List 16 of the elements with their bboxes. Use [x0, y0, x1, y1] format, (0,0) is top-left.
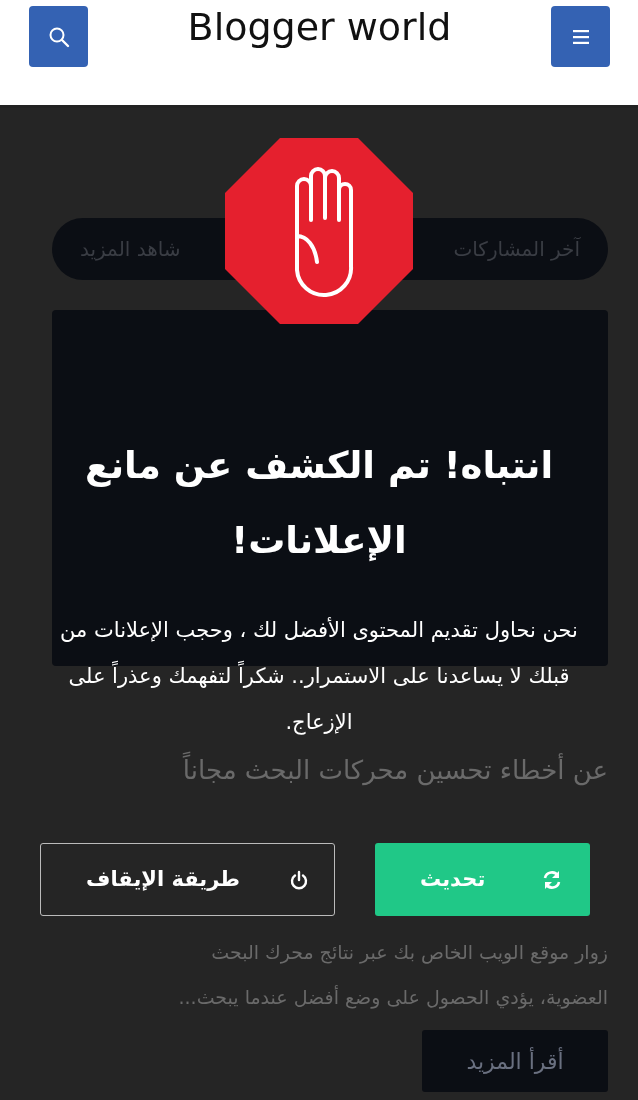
alert-title: انتباه! تم الكشف عن مانع الإعلانات! — [83, 443, 555, 564]
refresh-button[interactable]: تحديث — [375, 843, 590, 916]
menu-button[interactable] — [551, 6, 610, 67]
read-more-button[interactable]: أقرأ المزيد — [422, 1030, 608, 1092]
excerpt-line: العضوية، يؤدي الحصول على وضع أفضل عندما يبحث... — [177, 984, 608, 1011]
post-title-line[interactable]: عن أخطاء تحسين محركات البحث مجاناً — [52, 750, 608, 790]
excerpt-line: زوار موقع الويب الخاص بك عبر نتائج محرك البحث — [210, 940, 608, 966]
search-button[interactable] — [29, 6, 88, 67]
refresh-icon — [542, 869, 562, 890]
power-icon — [290, 869, 308, 890]
menu-icon — [572, 29, 589, 44]
alert-message: نحن نحاول تقديم المحتوى الأفضل لك ، وحجب الإعلانات من قبلك لا يساعدنا على الاستمرار.. شكراً لتفهمك وعذراً على الإزعاج. — [59, 616, 579, 737]
stop-hand-icon — [225, 138, 413, 324]
disable-guide-button[interactable]: طريقة الإيقاف — [40, 843, 335, 916]
site-title[interactable]: Blogger world — [187, 8, 452, 46]
search-icon — [47, 25, 70, 48]
